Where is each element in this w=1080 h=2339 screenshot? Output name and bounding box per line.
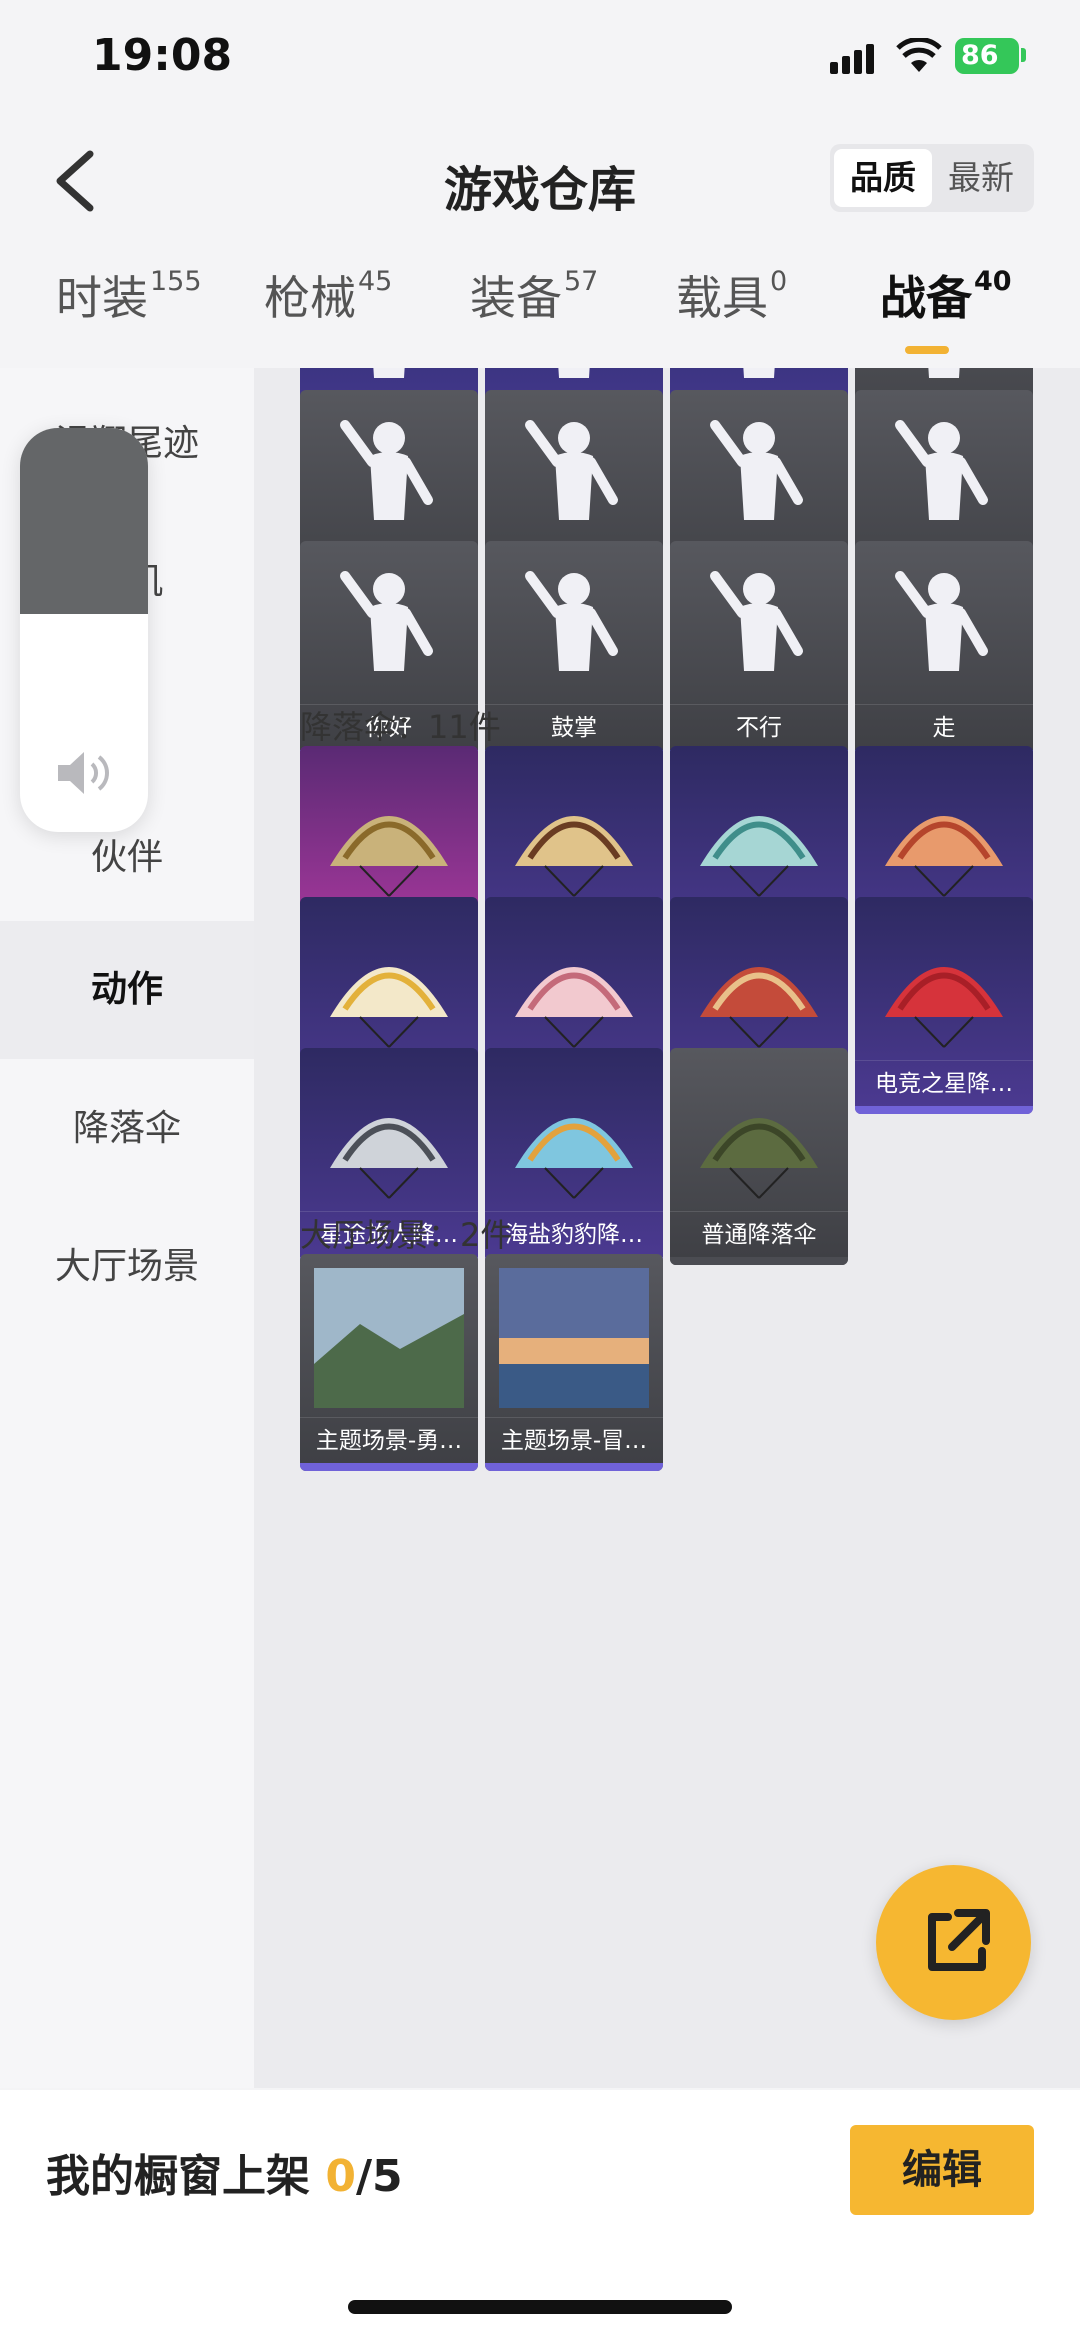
item-label: 走 bbox=[855, 704, 1033, 750]
lobby-section-title: 大厅场景：2件 bbox=[300, 1216, 513, 1254]
sidebar-item-lobby-scene[interactable]: 大厅场景 bbox=[0, 1198, 254, 1336]
quality-bar bbox=[485, 1463, 663, 1471]
share-button[interactable] bbox=[876, 1865, 1031, 2020]
tab-count: 57 bbox=[564, 266, 599, 297]
sidebar-item-actions[interactable]: 动作 bbox=[0, 921, 254, 1059]
parachute-section-title: 降落伞：11件 bbox=[300, 708, 501, 746]
tab-guns[interactable]: 枪械45 bbox=[264, 262, 392, 328]
item-tile[interactable]: 不行 bbox=[670, 541, 848, 758]
sidebar-item-parachute[interactable]: 降落伞 bbox=[0, 1060, 254, 1198]
speaker-icon bbox=[58, 752, 109, 794]
item-label: 主题场景-勇… bbox=[300, 1417, 478, 1463]
item-label: 鼓掌 bbox=[485, 704, 663, 750]
item-tile[interactable]: 走 bbox=[855, 541, 1033, 758]
battery-tip bbox=[1021, 48, 1026, 62]
tab-count: 0 bbox=[770, 266, 788, 297]
share-icon bbox=[928, 1909, 990, 1971]
sort-newest-button[interactable]: 最新 bbox=[932, 149, 1030, 207]
quality-bar bbox=[670, 1257, 848, 1265]
status-time: 19:08 bbox=[92, 30, 233, 81]
status-bar: 19:08 86 bbox=[0, 0, 1080, 120]
quality-bar bbox=[300, 1463, 478, 1471]
tab-vehicles[interactable]: 载具0 bbox=[676, 262, 787, 328]
item-tile[interactable]: 鼓掌 bbox=[485, 541, 663, 758]
item-label: 电竞之星降… bbox=[855, 1060, 1033, 1106]
category-tabs: 时装155 枪械45 装备57 载具0 战备40 bbox=[0, 262, 1080, 360]
sort-toggle: 品质 最新 bbox=[830, 144, 1034, 212]
item-label: 不行 bbox=[670, 704, 848, 750]
wifi-icon bbox=[896, 38, 942, 72]
tab-label: 载具 bbox=[676, 271, 768, 325]
item-label: 普通降落伞 bbox=[670, 1211, 848, 1257]
tab-battle-prep[interactable]: 战备40 bbox=[880, 262, 1012, 328]
tab-label: 时装 bbox=[56, 271, 148, 325]
tab-label: 枪械 bbox=[264, 271, 356, 325]
item-tile[interactable]: 电竞之星降… bbox=[855, 897, 1033, 1114]
item-tile[interactable]: 主题场景-冒… bbox=[485, 1254, 663, 1471]
tab-label: 装备 bbox=[470, 271, 562, 325]
showcase-label: 我的橱窗上架 bbox=[46, 2151, 310, 2202]
showcase-status: 我的橱窗上架 0/5 bbox=[46, 2140, 403, 2204]
battery-indicator: 86 bbox=[955, 38, 1019, 74]
edit-button[interactable]: 编辑 bbox=[850, 2125, 1034, 2215]
header: 游戏仓库 品质 最新 bbox=[0, 130, 1080, 230]
volume-level-fill bbox=[20, 428, 148, 614]
showcase-count: 0 bbox=[325, 2151, 356, 2202]
tab-count: 45 bbox=[358, 266, 393, 297]
item-label: 主题场景-冒… bbox=[485, 1417, 663, 1463]
tab-count: 40 bbox=[974, 266, 1012, 297]
showcase-total: /5 bbox=[355, 2151, 403, 2202]
content-area: 中国冠军舞夏日空投舞俄舞优雅谢幕鞠躬求求你欢欣鼓舞肯定你好鼓掌不行走 降落伞：1… bbox=[254, 368, 1080, 2088]
cellular-signal-icon bbox=[830, 44, 876, 74]
item-tile[interactable]: 普通降落伞 bbox=[670, 1048, 848, 1265]
tab-equipment[interactable]: 装备57 bbox=[470, 262, 598, 328]
active-tab-indicator bbox=[905, 346, 949, 354]
quality-bar bbox=[855, 1106, 1033, 1114]
tab-fashion[interactable]: 时装155 bbox=[56, 262, 202, 328]
tab-count: 155 bbox=[150, 266, 202, 297]
volume-hud bbox=[20, 428, 148, 832]
tab-label: 战备 bbox=[880, 271, 972, 325]
item-tile[interactable]: 主题场景-勇… bbox=[300, 1254, 478, 1471]
home-indicator[interactable] bbox=[348, 2300, 732, 2314]
sort-quality-button[interactable]: 品质 bbox=[834, 149, 932, 207]
